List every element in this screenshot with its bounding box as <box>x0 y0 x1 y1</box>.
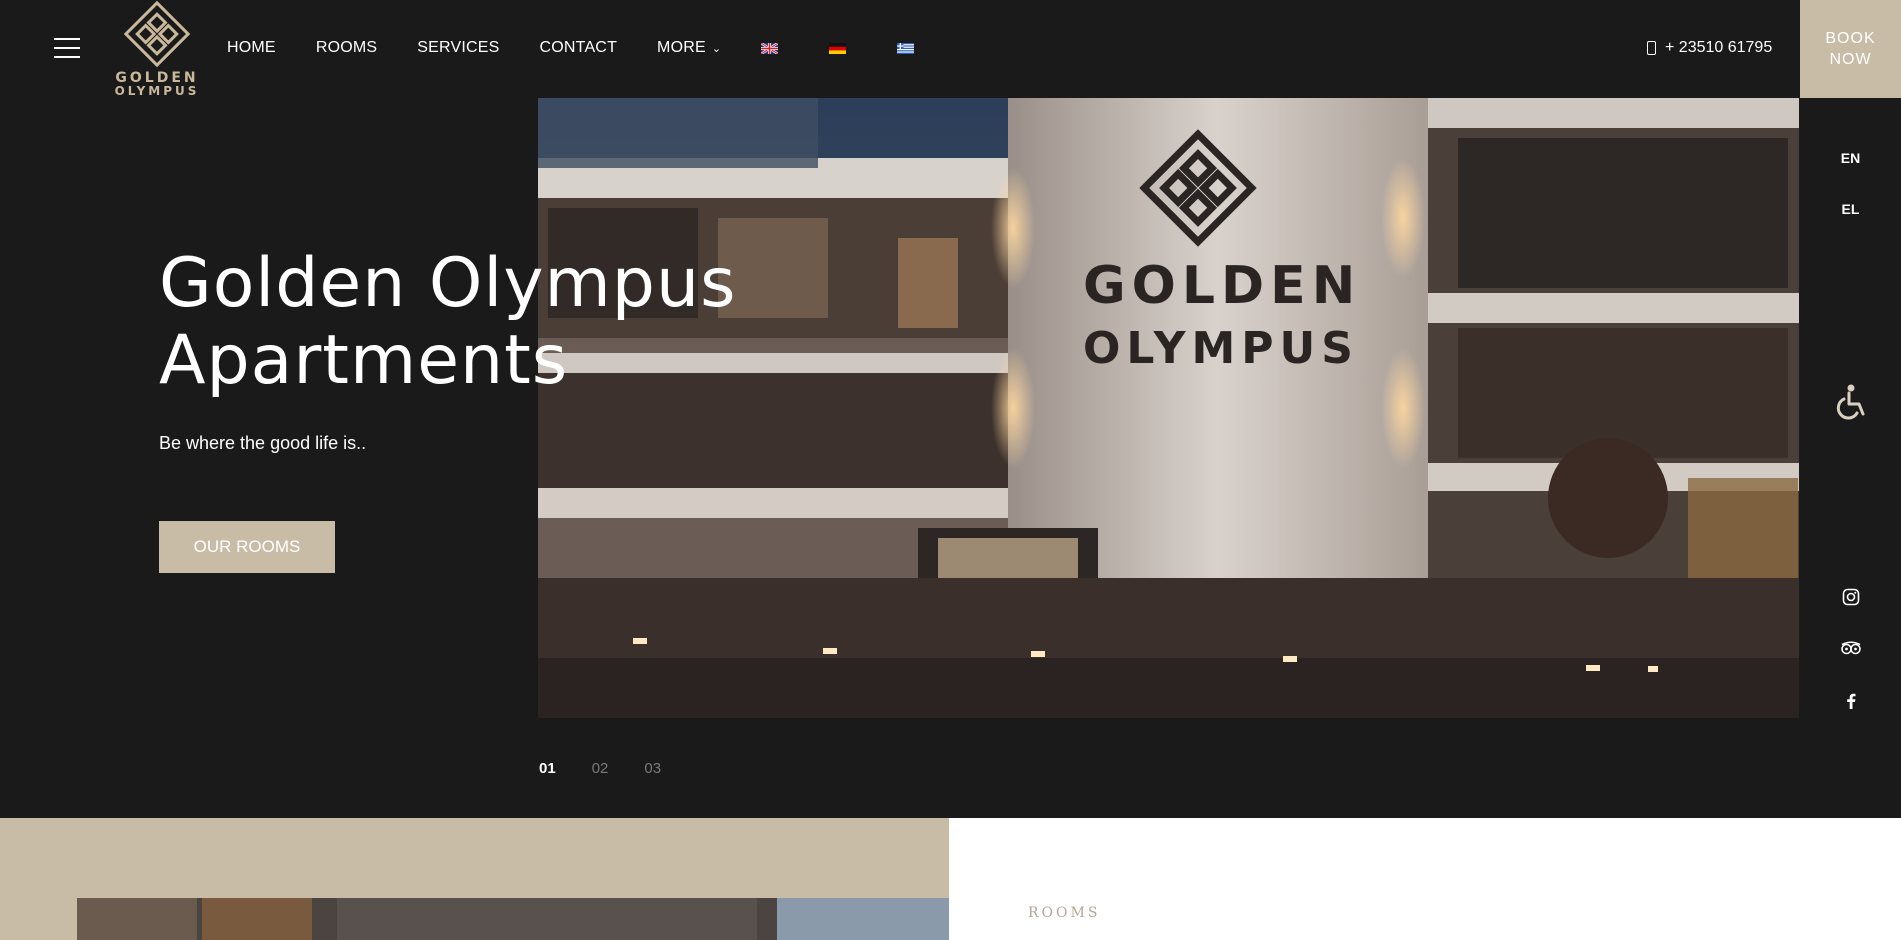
phone-link[interactable]: + 23510 61795 <box>1647 39 1772 57</box>
book-now-line2: NOW <box>1829 51 1872 68</box>
logo-text-line2: OLYMPUS <box>114 84 200 98</box>
nav-services[interactable]: SERVICES <box>417 39 499 57</box>
slide-2[interactable]: 02 <box>592 760 609 777</box>
phone-number: + 23510 61795 <box>1665 39 1773 56</box>
room-preview-image <box>77 898 949 940</box>
uk-flag-icon[interactable] <box>761 42 779 54</box>
nav-services-label: SERVICES <box>417 39 500 56</box>
nav-contact[interactable]: CONTACT <box>540 39 618 57</box>
site-header: GOLDEN OLYMPUS HOME ROOMS SERVICES CONTA… <box>0 0 1800 98</box>
accessibility-icon[interactable] <box>1831 382 1871 422</box>
slide-1[interactable]: 01 <box>539 760 556 777</box>
hero-title: Golden Olympus Apartments <box>159 245 737 399</box>
hero-image: GOLDEN OLYMPUS <box>538 98 1799 718</box>
nav-more[interactable]: MORE ⌄ <box>657 39 721 57</box>
logo[interactable]: GOLDEN OLYMPUS <box>114 0 200 98</box>
nav-rooms[interactable]: ROOMS <box>316 39 377 57</box>
rooms-text-panel <box>949 818 1901 940</box>
menu-icon[interactable] <box>54 38 80 60</box>
slide-pagination: 01 02 03 <box>539 760 697 777</box>
germany-flag-icon[interactable] <box>829 42 847 54</box>
greece-flag-icon[interactable] <box>897 42 915 54</box>
slide-3[interactable]: 03 <box>644 760 661 777</box>
book-now-line1: BOOK <box>1825 30 1876 47</box>
nav-contact-label: CONTACT <box>539 39 618 56</box>
hero-title-line2: Apartments <box>159 321 569 400</box>
nav-rooms-label: ROOMS <box>315 39 378 56</box>
lang-el[interactable]: EL <box>1800 201 1901 217</box>
building-sign-line2: OLYMPUS <box>1083 323 1359 374</box>
hero-subtitle: Be where the good life is.. <box>159 433 367 453</box>
chevron-down-icon: ⌄ <box>711 42 722 55</box>
nav-home-label: HOME <box>227 39 276 56</box>
tripadvisor-icon[interactable] <box>1840 639 1862 657</box>
nav-more-label: MORE <box>657 39 706 56</box>
lang-en[interactable]: EN <box>1800 150 1901 166</box>
rooms-section-label: ROOMS <box>1028 905 1101 921</box>
main-nav: HOME ROOMS SERVICES CONTACT MORE ⌄ <box>227 39 965 57</box>
building-sign-line1: GOLDEN <box>1083 256 1361 316</box>
instagram-icon[interactable] <box>1842 588 1860 606</box>
book-now-button[interactable]: BOOK NOW <box>1800 0 1901 98</box>
phone-icon <box>1647 41 1656 55</box>
hotel-facade-image: GOLDEN OLYMPUS <box>538 98 1799 718</box>
nav-home[interactable]: HOME <box>227 39 276 57</box>
hero-title-line1: Golden Olympus <box>159 244 737 323</box>
our-rooms-button[interactable]: OUR ROOMS <box>159 521 335 573</box>
right-sidebar: EN EL <box>1800 98 1901 818</box>
facebook-icon[interactable] <box>1842 692 1860 710</box>
logo-emblem-icon <box>123 0 191 68</box>
